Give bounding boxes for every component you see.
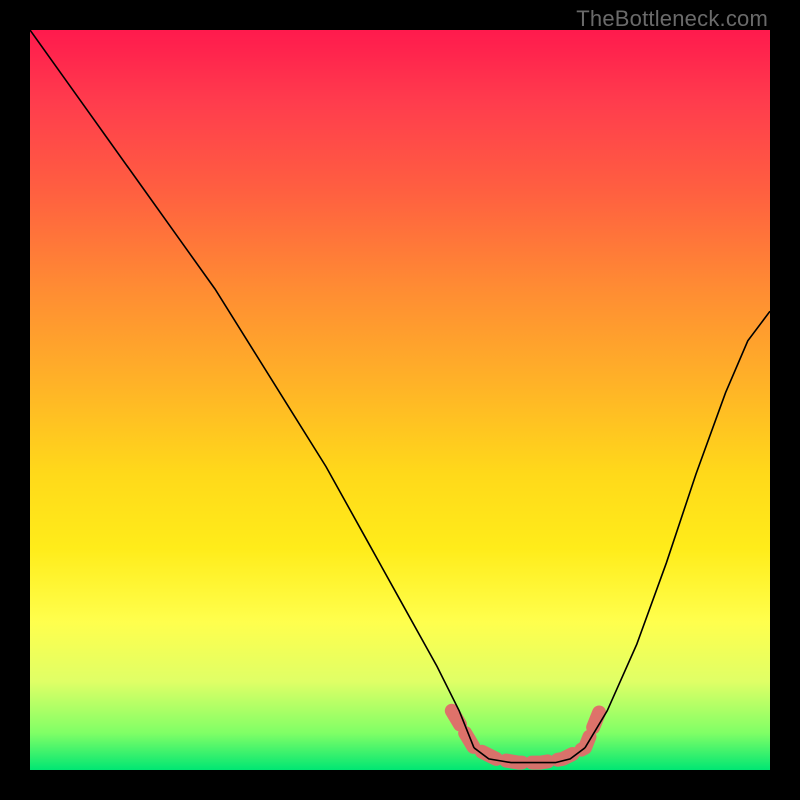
watermark-text: TheBottleneck.com: [576, 6, 768, 32]
curve-svg: [30, 30, 770, 770]
chart-container: TheBottleneck.com: [0, 0, 800, 800]
valley-highlight-band: [452, 711, 600, 763]
curve-left-branch: [30, 30, 474, 748]
curve-right-branch: [585, 311, 770, 748]
plot-area: [30, 30, 770, 770]
